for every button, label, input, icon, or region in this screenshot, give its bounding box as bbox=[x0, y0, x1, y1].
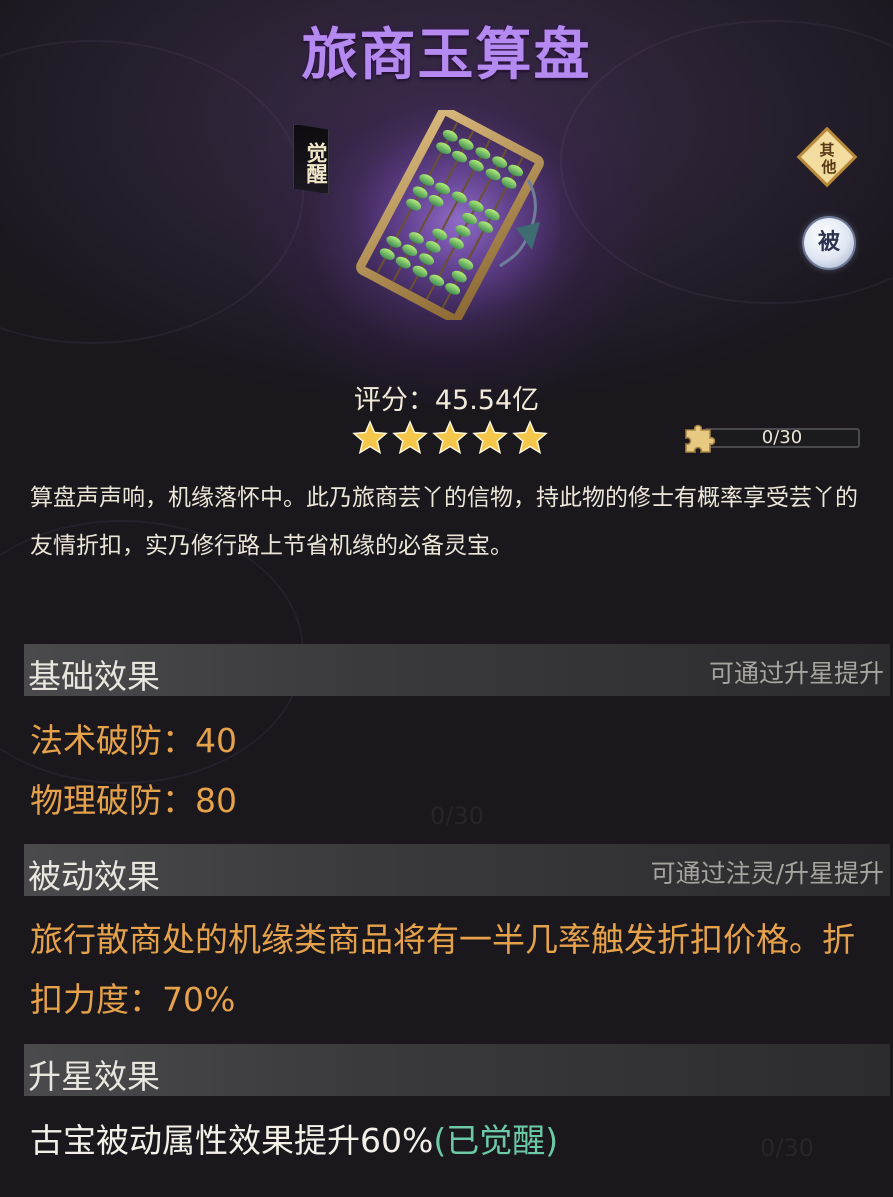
other-badge-label-top: 其 bbox=[819, 141, 834, 159]
stat-physical-penetration: 物理破防：80 bbox=[30, 774, 237, 822]
star-icon bbox=[512, 420, 548, 455]
stat-value: 80 bbox=[195, 781, 237, 820]
base-effect-title: 基础效果 bbox=[28, 657, 160, 696]
star-effect-title: 升星效果 bbox=[28, 1057, 160, 1096]
awaken-tag: 觉醒 bbox=[293, 124, 329, 194]
star-icon bbox=[352, 420, 388, 455]
abacus-icon bbox=[350, 110, 560, 320]
stat-value: 40 bbox=[195, 721, 237, 760]
base-effect-header: 基础效果 可通过升星提升 bbox=[24, 644, 890, 696]
star-effect-line: 古宝被动属性效果提升60%(已觉醒) bbox=[30, 1114, 558, 1162]
passive-effect-text: 旅行散商处的机缘类商品将有一半几率触发折扣价格。折扣力度：70% bbox=[30, 920, 855, 1019]
passive-effect-header: 被动效果 可通过注灵/升星提升 bbox=[24, 844, 890, 896]
score-label: 评分： bbox=[353, 385, 435, 416]
stat-label: 物理破防： bbox=[30, 781, 195, 820]
awakened-status: (已觉醒) bbox=[433, 1121, 559, 1160]
item-detail-panel: 旅商玉算盘 觉醒 其 他 被 评分：45.54亿 0/30 算盘声声响，机缘落怀… bbox=[0, 0, 893, 1197]
other-category-badge[interactable]: 其 他 bbox=[796, 126, 858, 188]
score-value: 45.54亿 bbox=[434, 385, 540, 416]
passive-effect-title: 被动效果 bbox=[28, 857, 160, 896]
score-line: 评分：45.54亿 bbox=[0, 378, 893, 417]
passive-badge[interactable]: 被 bbox=[804, 218, 854, 268]
background-ghost-text: 0/30 bbox=[760, 1134, 814, 1162]
background-ghost-text: 0/30 bbox=[430, 802, 484, 830]
base-effect-hint: 可通过升星提升 bbox=[708, 659, 884, 688]
star-icon bbox=[472, 420, 508, 455]
star-effect-header: 升星效果 bbox=[24, 1044, 890, 1096]
fragment-progress: 0/30 bbox=[680, 418, 865, 458]
star-icon bbox=[432, 420, 468, 455]
other-badge-label-bottom: 他 bbox=[820, 158, 836, 176]
progress-text: 0/30 bbox=[761, 427, 803, 448]
puzzle-piece-icon bbox=[685, 424, 716, 453]
item-name: 旅商玉算盘 bbox=[301, 23, 592, 88]
stat-label: 法术破防： bbox=[30, 721, 195, 760]
star-icon bbox=[392, 420, 428, 455]
star-rating bbox=[352, 420, 552, 460]
stat-magic-penetration: 法术破防：40 bbox=[30, 714, 237, 762]
passive-effect-hint: 可通过注灵/升星提升 bbox=[650, 859, 884, 888]
star-effect-text: 古宝被动属性效果提升60% bbox=[30, 1121, 434, 1160]
item-description: 算盘声声响，机缘落怀中。此乃旅商芸丫的信物，持此物的修士有概率享受芸丫的友情折扣… bbox=[30, 485, 858, 559]
